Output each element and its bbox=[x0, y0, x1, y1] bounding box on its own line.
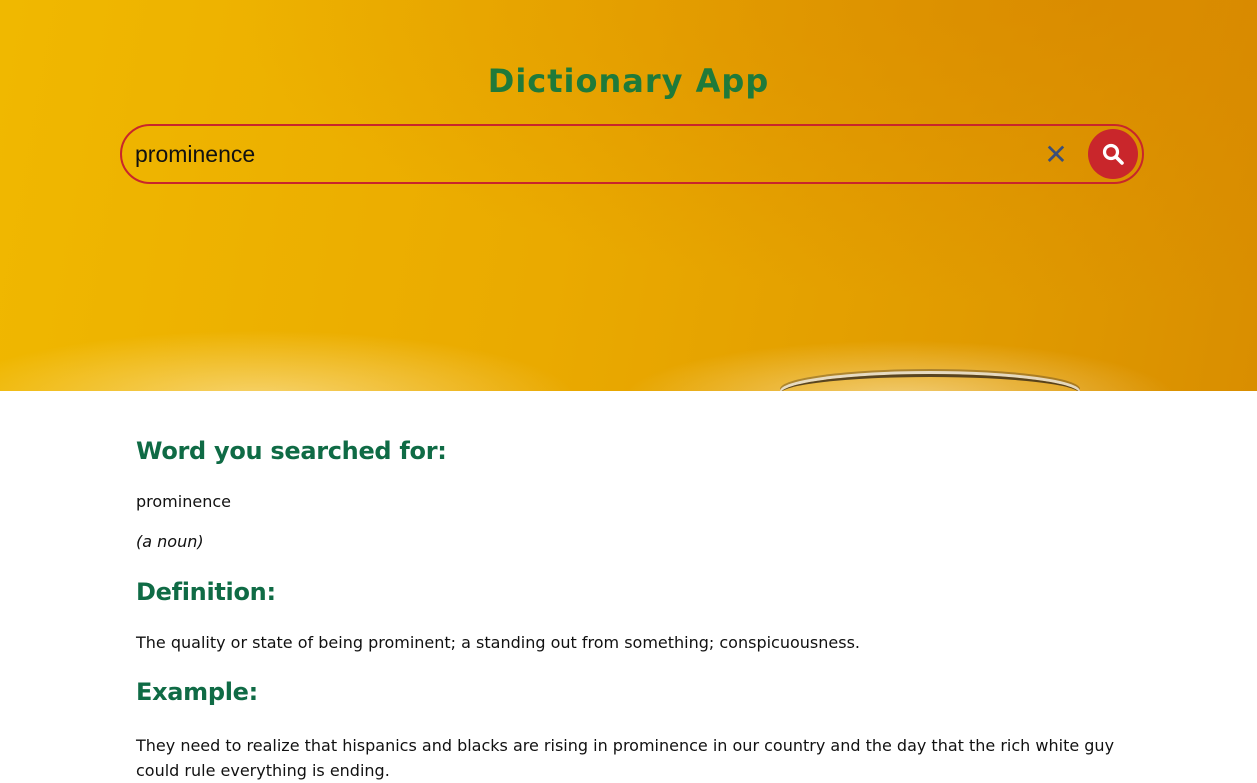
search-icon bbox=[1102, 143, 1124, 165]
close-icon: ✕ bbox=[1044, 137, 1068, 171]
app-title: Dictionary App bbox=[487, 62, 770, 100]
search-button[interactable] bbox=[1088, 129, 1138, 179]
searched-word: prominence bbox=[136, 492, 231, 511]
example-heading: Example: bbox=[136, 678, 258, 706]
clear-button[interactable]: ✕ bbox=[1036, 134, 1076, 174]
definition-heading: Definition: bbox=[136, 578, 276, 606]
book-page-left bbox=[0, 330, 580, 391]
hero-banner: Dictionary App ✕ bbox=[0, 0, 1257, 391]
search-bar: ✕ bbox=[120, 124, 1144, 184]
word-heading: Word you searched for: bbox=[136, 437, 447, 465]
part-of-speech: (a noun) bbox=[136, 532, 204, 551]
definition-text: The quality or state of being prominent;… bbox=[136, 633, 860, 652]
search-input[interactable] bbox=[122, 126, 1036, 182]
